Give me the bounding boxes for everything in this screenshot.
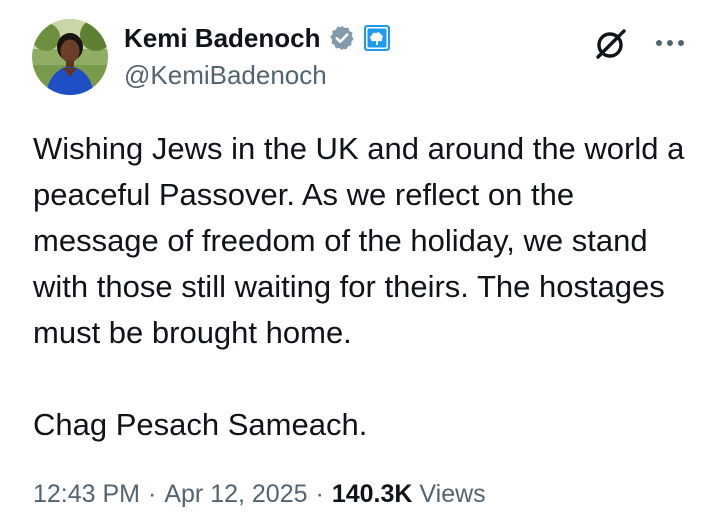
- avatar[interactable]: [32, 19, 108, 95]
- tweet-paragraph: Wishing Jews in the UK and around the wo…: [33, 131, 685, 350]
- grok-icon: [596, 29, 626, 59]
- more-options-icon: [656, 40, 684, 46]
- grok-button[interactable]: [593, 26, 629, 62]
- views-label[interactable]: Views: [419, 480, 485, 509]
- tweet-text: Wishing Jews in the UK and around the wo…: [33, 126, 693, 448]
- views-count[interactable]: 140.3K: [332, 480, 413, 509]
- tweet-metadata: 12:43 PM · Apr 12, 2025 · 140.3K Views: [33, 480, 486, 509]
- tweet-paragraph: Chag Pesach Sameach.: [33, 407, 368, 442]
- author-handle[interactable]: @KemiBadenoch: [124, 60, 327, 91]
- author-name-row: Kemi Badenoch: [124, 20, 391, 56]
- tweet-time[interactable]: 12:43 PM: [33, 480, 140, 509]
- separator: ·: [315, 480, 324, 508]
- display-name[interactable]: Kemi Badenoch: [124, 23, 321, 54]
- tweet-date[interactable]: Apr 12, 2025: [164, 480, 307, 509]
- avatar-image: [32, 19, 108, 95]
- tweet: Kemi Badenoch @KemiBadenoch Wishing Jews…: [0, 0, 717, 528]
- conservative-tree-logo-icon[interactable]: [363, 24, 391, 52]
- separator: ·: [148, 480, 157, 508]
- verified-badge-icon[interactable]: [328, 24, 356, 52]
- more-options-button[interactable]: [652, 28, 688, 58]
